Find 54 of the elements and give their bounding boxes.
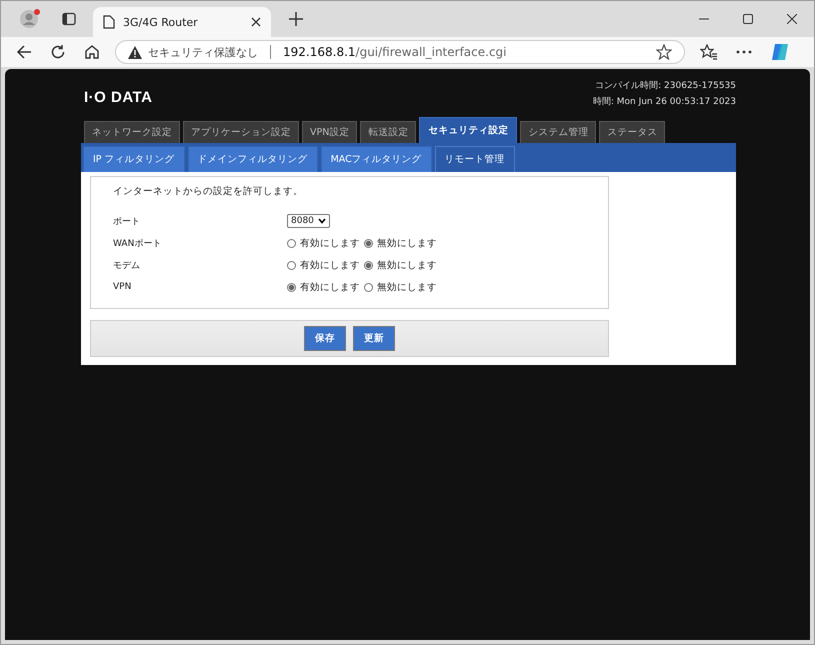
favorites-icon[interactable]	[700, 44, 718, 60]
main-tab[interactable]: ネットワーク設定	[84, 121, 180, 143]
description: インターネットからの設定を許可します。	[113, 185, 304, 198]
url-text: 192.168.8.1/gui/firewall_interface.cgi	[283, 45, 507, 59]
radio-button[interactable]	[287, 260, 296, 270]
field-label: ポート	[113, 216, 141, 228]
more-icon[interactable]	[736, 50, 752, 54]
radio-label: 有効にします	[300, 280, 360, 294]
main-tab[interactable]: システム管理	[520, 121, 596, 143]
action-button[interactable]: 更新	[353, 326, 395, 351]
maximize-icon[interactable]	[743, 14, 753, 24]
logo: I·O DATA	[84, 88, 152, 106]
new-tab-icon[interactable]	[289, 12, 303, 26]
address-bar[interactable]: セキュリティ保護なし 192.168.8.1/gui/firewall_interface.cgi	[115, 40, 685, 64]
copilot-icon[interactable]	[770, 42, 790, 62]
radio-label: 有効にします	[300, 236, 360, 250]
back-icon[interactable]	[16, 44, 32, 60]
compile-time: コンパイル時間: 230625-175535	[595, 80, 736, 92]
browser-tab[interactable]: 3G/4G Router	[93, 7, 271, 37]
radio-button[interactable]	[364, 260, 373, 270]
field-label: WANポート	[113, 238, 162, 250]
close-icon[interactable]	[787, 14, 797, 24]
action-button[interactable]: 保存	[304, 326, 346, 351]
radio-button[interactable]	[287, 282, 296, 292]
sub-tab[interactable]: IP フィルタリング	[83, 146, 185, 172]
current-time: 時間: Mon Jun 26 00:53:17 2023	[592, 96, 736, 108]
radio-label: 有効にします	[300, 258, 360, 272]
refresh-icon[interactable]	[50, 44, 66, 60]
sub-tab[interactable]: ドメインフィルタリング	[188, 146, 318, 172]
chevron-down-icon	[318, 218, 326, 224]
page-icon	[103, 15, 115, 29]
close-icon[interactable]	[251, 17, 261, 27]
main-tab[interactable]: ステータス	[599, 121, 666, 143]
sub-tab[interactable]: リモート管理	[434, 146, 515, 172]
tab-actions-icon[interactable]	[61, 11, 77, 27]
field-label: モデム	[113, 260, 141, 272]
radio-button[interactable]	[364, 238, 373, 248]
profile-icon[interactable]	[19, 8, 41, 30]
sub-tab[interactable]: MACフィルタリング	[320, 146, 432, 172]
main-tab[interactable]: VPN設定	[302, 121, 358, 143]
radio-label: 無効にします	[377, 236, 437, 250]
radio-label: 無効にします	[377, 280, 437, 294]
favorite-star-icon[interactable]	[656, 44, 672, 60]
warning-icon	[128, 46, 142, 58]
field-label: VPN	[113, 282, 132, 292]
main-tab[interactable]: セキュリティ設定	[419, 117, 518, 143]
main-tab[interactable]: アプリケーション設定	[183, 121, 299, 143]
radio-label: 無効にします	[377, 258, 437, 272]
port-select[interactable]: 8080	[287, 214, 330, 228]
radio-button[interactable]	[364, 282, 373, 292]
main-tab[interactable]: 転送設定	[360, 121, 416, 143]
home-icon[interactable]	[84, 44, 100, 60]
radio-button[interactable]	[287, 238, 296, 248]
security-label: セキュリティ保護なし	[148, 44, 258, 60]
